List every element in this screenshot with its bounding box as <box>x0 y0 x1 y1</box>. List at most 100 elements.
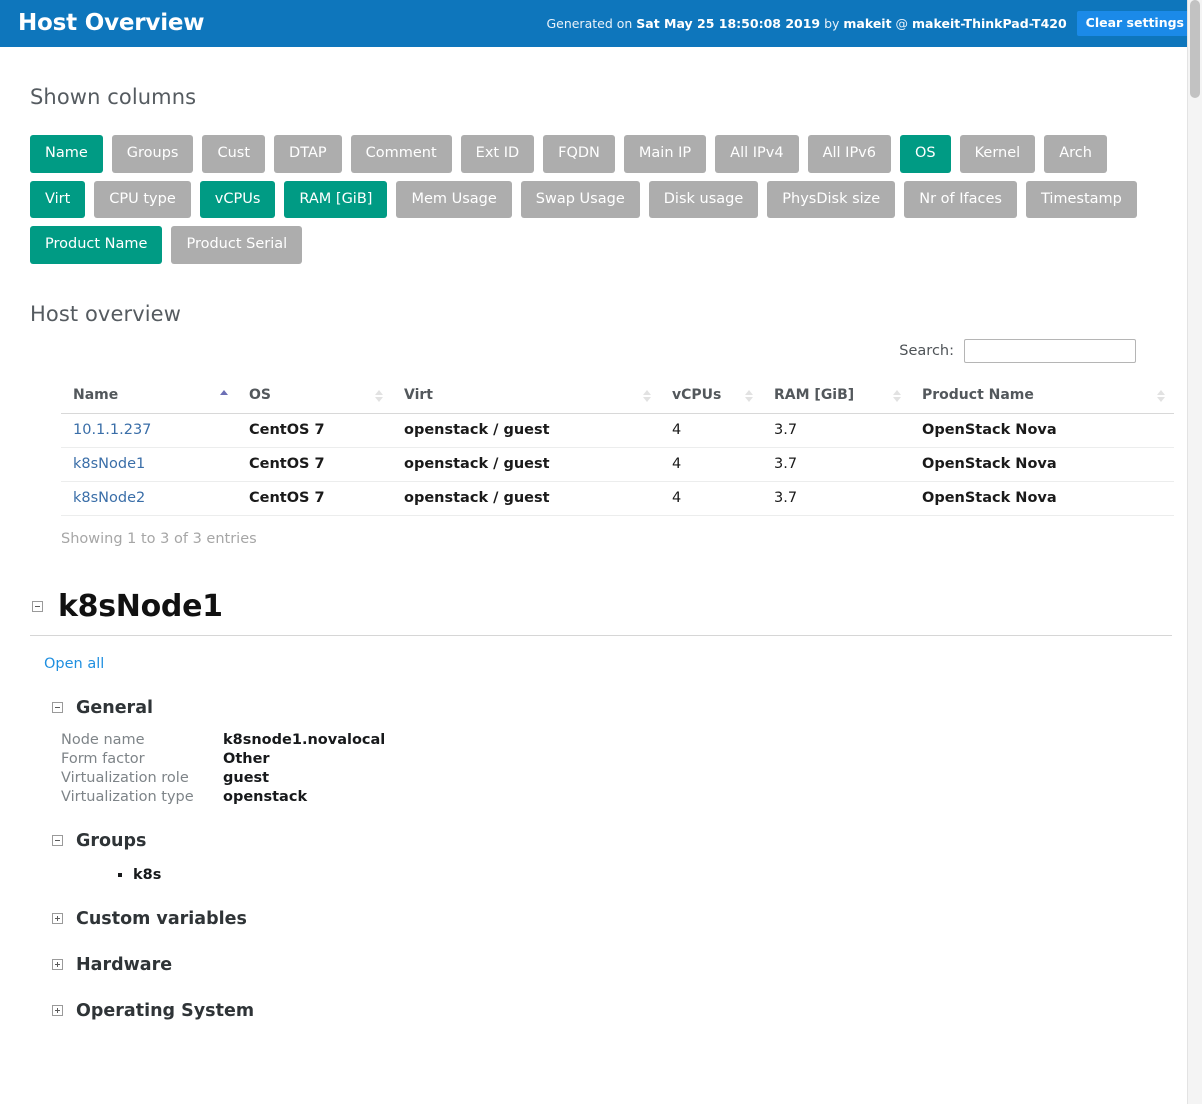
column-toggle-ext-id[interactable]: Ext ID <box>460 135 535 173</box>
column-toggle-group: Name Groups Cust DTAP Comment Ext ID FQDN Main … <box>30 135 1140 264</box>
search-row: Search: <box>30 338 1172 363</box>
table-row: 10.1.1.237 CentOS 7 openstack / guest 4 3.7 O… <box>61 413 1174 448</box>
expand-toggle-icon[interactable] <box>52 913 63 924</box>
property-value: guest <box>223 769 270 786</box>
expand-toggle-icon[interactable] <box>52 959 63 970</box>
generated-timestamp: Sat May 25 18:50:08 2019 <box>636 16 821 31</box>
column-toggle-product-serial[interactable]: Product Serial <box>171 226 303 264</box>
column-toggle-os[interactable]: OS <box>900 135 951 173</box>
table-body: 10.1.1.237 CentOS 7 openstack / guest 4 3.7 O… <box>61 413 1174 516</box>
column-header-ram-gib[interactable]: RAM [GiB] <box>762 378 910 414</box>
showing-entries-label: Showing 1 to 3 of 3 entries <box>61 530 257 547</box>
cell-virt: openstack / guest <box>392 447 660 482</box>
column-header-virt[interactable]: Virt <box>392 378 660 414</box>
cell-vcpus: 4 <box>660 447 762 482</box>
section-general-label: General <box>76 697 153 718</box>
scrollbar-thumb[interactable] <box>1190 0 1200 98</box>
column-toggle-dtap[interactable]: DTAP <box>274 135 342 173</box>
host-link[interactable]: k8sNode2 <box>73 490 145 506</box>
cell-product: OpenStack Nova <box>910 481 1174 516</box>
column-toggle-disk-usage[interactable]: Disk usage <box>648 180 759 218</box>
column-toggle-swap-usage[interactable]: Swap Usage <box>520 180 640 218</box>
section-general[interactable]: General <box>52 698 1172 718</box>
column-header-label: vCPUs <box>672 386 722 403</box>
column-toggle-comment[interactable]: Comment <box>350 135 452 173</box>
column-toggle-all-ipv4[interactable]: All IPv4 <box>715 135 799 173</box>
cell-product: OpenStack Nova <box>910 447 1174 482</box>
column-header-os[interactable]: OS <box>237 378 392 414</box>
sort-ascending-icon <box>220 389 229 403</box>
table-row: k8sNode1 CentOS 7 openstack / guest 4 3.7 Ope… <box>61 447 1174 482</box>
cell-name: k8sNode2 <box>61 481 237 516</box>
property-key: Node name <box>61 731 145 748</box>
host-detail-divider <box>30 634 1172 636</box>
column-toggle-mem-usage[interactable]: Mem Usage <box>396 180 512 218</box>
column-header-vcpus[interactable]: vCPUs <box>660 378 762 414</box>
column-toggle-product-name[interactable]: Product Name <box>30 226 163 264</box>
generated-by-label: by <box>820 16 844 31</box>
cell-os: CentOS 7 <box>237 413 392 448</box>
column-toggle-vcpus[interactable]: vCPUs <box>199 180 276 218</box>
sort-none-icon <box>375 389 384 403</box>
column-toggle-kernel[interactable]: Kernel <box>959 135 1036 173</box>
host-detail-title: k8sNode1 <box>58 588 223 624</box>
groups-list: k8s <box>30 867 1172 883</box>
collapse-toggle-icon[interactable] <box>32 600 43 612</box>
host-detail-heading: k8sNode1 <box>32 589 1172 624</box>
cell-name: k8sNode1 <box>61 447 237 482</box>
column-toggle-all-ipv6[interactable]: All IPv6 <box>807 135 891 173</box>
column-toggle-cust[interactable]: Cust <box>202 135 266 173</box>
property-value: k8snode1.novalocal <box>223 731 386 748</box>
column-toggle-arch[interactable]: Arch <box>1044 135 1107 173</box>
column-toggle-fqdn[interactable]: FQDN <box>543 135 615 173</box>
section-groups[interactable]: Groups <box>52 831 1172 851</box>
host-link[interactable]: k8sNode1 <box>73 456 145 472</box>
generated-info: Generated on Sat May 25 18:50:08 2019 by… <box>546 16 1066 31</box>
column-toggle-virt[interactable]: Virt <box>30 180 86 218</box>
page-content: Shown columns Name Groups Cust DTAP Comment E… <box>0 85 1202 1021</box>
column-toggle-main-ip[interactable]: Main IP <box>623 135 707 173</box>
column-header-label: Name <box>73 386 119 403</box>
general-properties: Node name k8snode1.novalocal Form factor Ot… <box>61 732 1172 805</box>
section-custom-variables[interactable]: Custom variables <box>52 909 1172 929</box>
section-groups-label: Groups <box>76 830 147 851</box>
generated-user: makeit <box>843 16 892 31</box>
cell-name: 10.1.1.237 <box>61 413 237 448</box>
generated-prefix: Generated on <box>546 16 637 31</box>
column-toggle-cpu-type[interactable]: CPU type <box>94 180 191 218</box>
column-toggle-ram-gib[interactable]: RAM [GiB] <box>284 180 388 218</box>
section-label: Hardware <box>76 954 173 975</box>
host-link[interactable]: 10.1.1.237 <box>73 422 151 438</box>
section-operating-system[interactable]: Operating System <box>52 1001 1172 1021</box>
section-hardware[interactable]: Hardware <box>52 955 1172 975</box>
section-label: Operating System <box>76 1000 255 1021</box>
column-header-label: Product Name <box>922 386 1034 403</box>
sort-none-icon <box>893 389 902 403</box>
search-label: Search: <box>899 342 954 359</box>
open-all-link[interactable]: Open all <box>44 656 104 672</box>
host-overview-title: Host overview <box>30 301 181 326</box>
cell-ram: 3.7 <box>762 481 910 516</box>
page-scrollbar[interactable] <box>1187 0 1202 1104</box>
table-header: Name OS Virt vCPUs RAM [GiB] Product Name <box>61 378 1174 414</box>
sort-none-icon <box>745 389 754 403</box>
property-value: openstack <box>223 788 308 805</box>
generated-hostname: makeit-ThinkPad-T420 <box>912 16 1067 31</box>
cell-virt: openstack / guest <box>392 413 660 448</box>
column-toggle-groups[interactable]: Groups <box>111 135 194 173</box>
cell-os: CentOS 7 <box>237 481 392 516</box>
clear-settings-button[interactable]: Clear settings <box>1076 11 1193 36</box>
column-header-label: RAM [GiB] <box>774 386 855 403</box>
collapse-toggle-icon[interactable] <box>52 702 63 713</box>
collapse-toggle-icon[interactable] <box>52 835 63 846</box>
column-toggle-physdisk-size[interactable]: PhysDisk size <box>767 180 896 218</box>
column-toggle-nr-of-ifaces[interactable]: Nr of Ifaces <box>904 180 1017 218</box>
column-header-name[interactable]: Name <box>61 378 237 414</box>
search-input[interactable] <box>964 338 1136 363</box>
column-header-product-name[interactable]: Product Name <box>910 378 1174 414</box>
shown-columns-title: Shown columns <box>30 85 197 109</box>
column-toggle-name[interactable]: Name <box>30 135 103 173</box>
expand-toggle-icon[interactable] <box>52 1005 63 1016</box>
cell-os: CentOS 7 <box>237 447 392 482</box>
column-toggle-timestamp[interactable]: Timestamp <box>1025 180 1137 218</box>
